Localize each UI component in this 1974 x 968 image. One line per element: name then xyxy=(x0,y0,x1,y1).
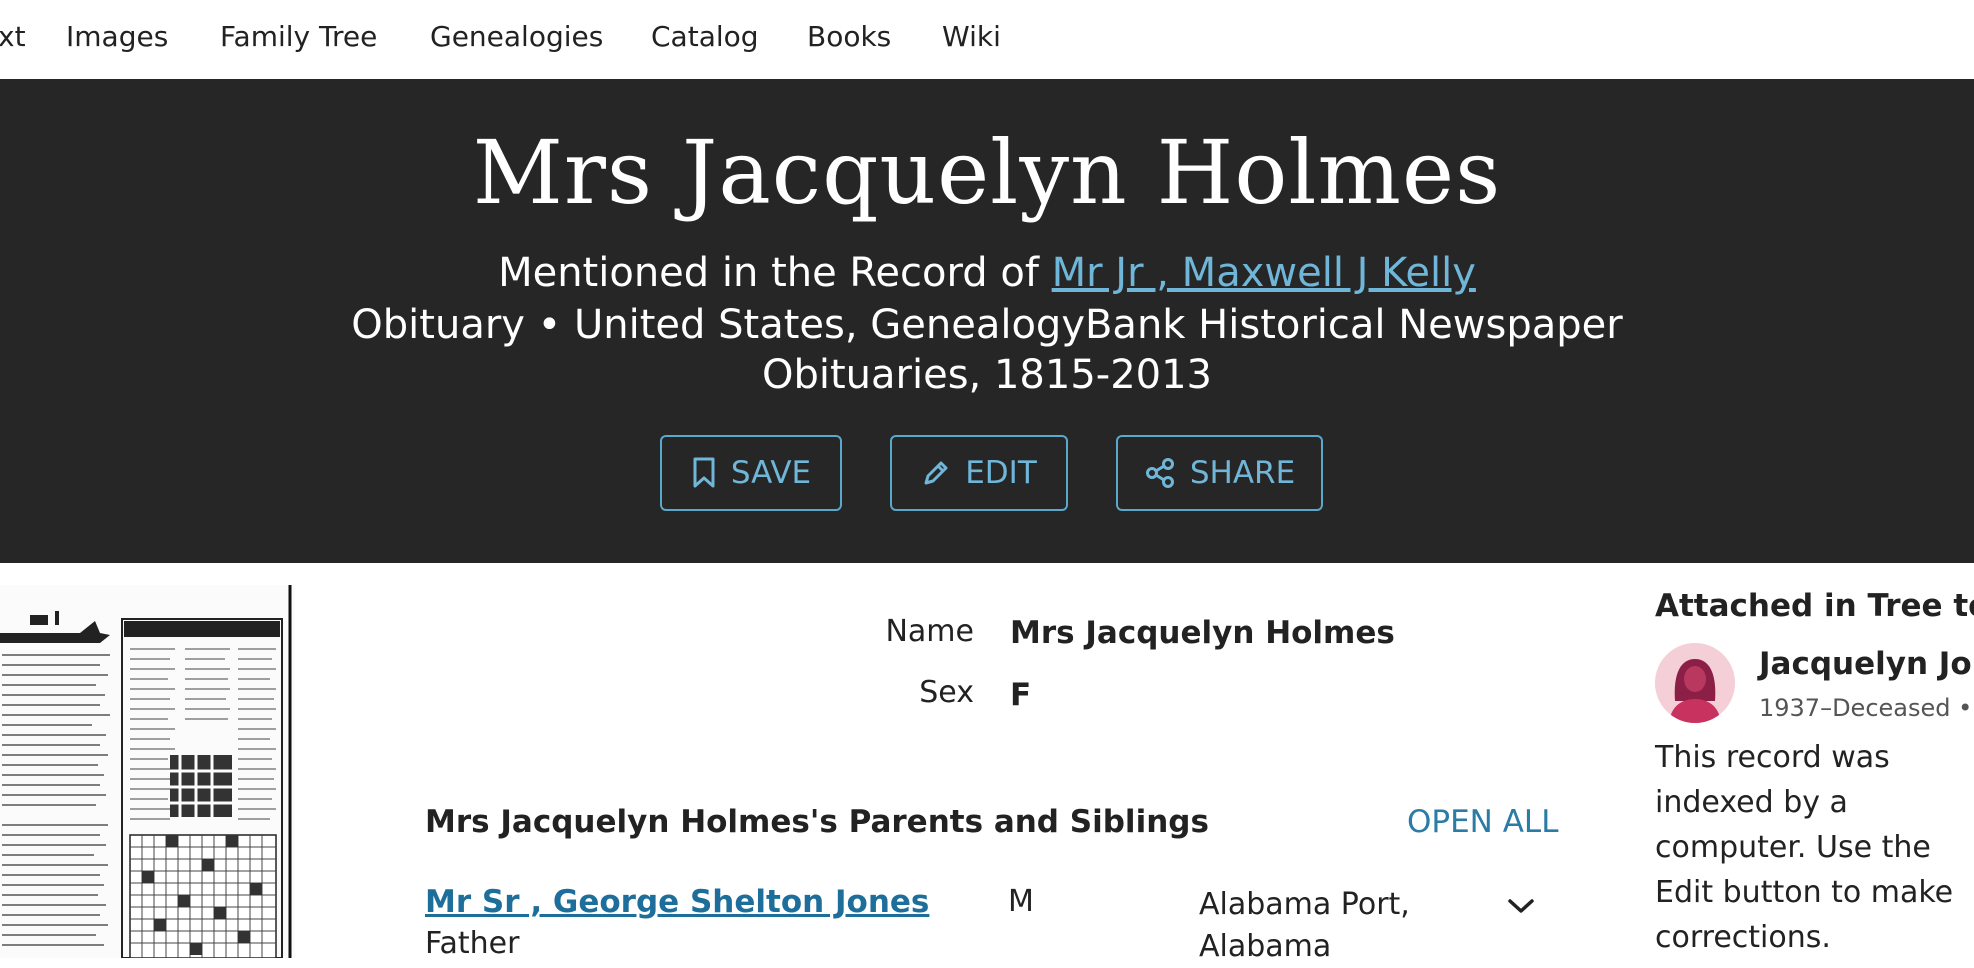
mentioned-in-line: Mentioned in the Record of Mr Jr , Maxwe… xyxy=(0,250,1974,296)
nav-item-text[interactable]: xt xyxy=(0,20,26,53)
family-section-title: Mrs Jacquelyn Holmes's Parents and Sibli… xyxy=(425,804,1209,840)
save-label: SAVE xyxy=(730,455,812,491)
nav-item-family-tree[interactable]: Family Tree xyxy=(220,20,377,53)
bookmark-icon xyxy=(691,457,717,489)
record-header: Mrs Jacquelyn Holmes Mentioned in the Re… xyxy=(0,79,1974,563)
family-member-role: Father xyxy=(425,926,520,961)
attached-person-lifespan: 1937–Deceased • F xyxy=(1759,694,1974,722)
record-principal-link[interactable]: Mr Jr , Maxwell J Kelly xyxy=(1052,250,1476,296)
nav-item-wiki[interactable]: Wiki xyxy=(942,20,1001,53)
female-avatar-icon[interactable] xyxy=(1655,643,1735,723)
name-label: Name xyxy=(885,614,974,649)
mentioned-prefix: Mentioned in the Record of xyxy=(498,250,1052,296)
family-member-sex: M xyxy=(1008,884,1034,919)
sex-value: F xyxy=(1010,677,1032,713)
edit-button[interactable]: EDIT xyxy=(890,435,1068,511)
page-title: Mrs Jacquelyn Holmes xyxy=(472,121,1502,224)
share-label: SHARE xyxy=(1189,455,1296,491)
top-nav: xt Images Family Tree Genealogies Catalo… xyxy=(0,0,1974,79)
family-member-place: Alabama Port, Alabama xyxy=(1199,887,1410,964)
record-collection: Obituary • United States, GenealogyBank … xyxy=(351,302,1623,398)
attached-in-tree-title: Attached in Tree to xyxy=(1655,588,1974,624)
attached-person-name[interactable]: Jacquelyn Jones xyxy=(1759,646,1974,682)
nav-item-catalog[interactable]: Catalog xyxy=(651,20,759,53)
record-image-thumbnail[interactable] xyxy=(0,585,295,958)
save-button[interactable]: SAVE xyxy=(660,435,842,511)
share-button[interactable]: SHARE xyxy=(1116,435,1323,511)
edit-label: EDIT xyxy=(965,455,1037,491)
newspaper-page-image xyxy=(0,585,295,958)
share-icon xyxy=(1144,457,1176,489)
indexing-info-text: This record was indexed by a computer. U… xyxy=(1655,740,1954,955)
open-all-button[interactable]: OPEN ALL xyxy=(1407,804,1558,840)
nav-item-books[interactable]: Books xyxy=(807,20,891,53)
chevron-down-icon[interactable] xyxy=(1506,896,1536,920)
sex-label: Sex xyxy=(919,675,974,710)
pencil-icon xyxy=(921,458,951,488)
nav-item-images[interactable]: Images xyxy=(66,20,168,53)
name-value: Mrs Jacquelyn Holmes xyxy=(1010,615,1395,651)
nav-item-genealogies[interactable]: Genealogies xyxy=(430,20,603,53)
family-member-name[interactable]: Mr Sr , George Shelton Jones xyxy=(425,884,929,920)
